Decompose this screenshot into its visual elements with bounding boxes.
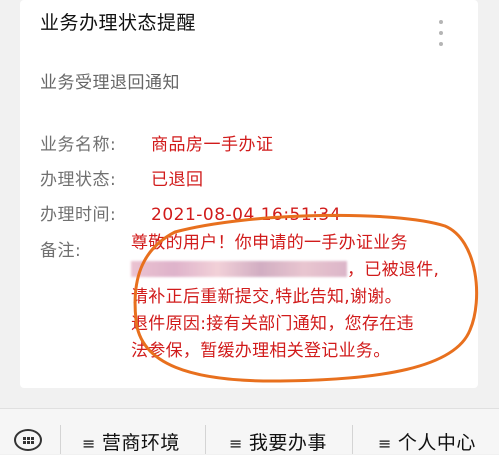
keyboard-icon[interactable] xyxy=(14,429,42,451)
menu-business-environment[interactable]: ≡ 营商环境 xyxy=(82,428,180,455)
menu-apply-service[interactable]: ≡ 我要办事 xyxy=(229,428,327,455)
menu-divider xyxy=(352,425,353,454)
menu-divider xyxy=(205,425,206,454)
menu-label: 我要办事 xyxy=(248,432,327,454)
annotation-circle xyxy=(133,213,479,383)
menu-label: 营商环境 xyxy=(101,432,180,454)
menu-lines-icon: ≡ xyxy=(229,434,243,453)
menu-label: 个人中心 xyxy=(397,432,476,454)
bottom-menu-bar: ≡ 营商环境 ≡ 我要办事 ≡ 个人中心 xyxy=(0,408,499,454)
menu-lines-icon: ≡ xyxy=(82,434,96,453)
menu-divider xyxy=(60,425,61,454)
menu-lines-icon: ≡ xyxy=(378,434,392,453)
menu-personal-center[interactable]: ≡ 个人中心 xyxy=(378,428,476,455)
